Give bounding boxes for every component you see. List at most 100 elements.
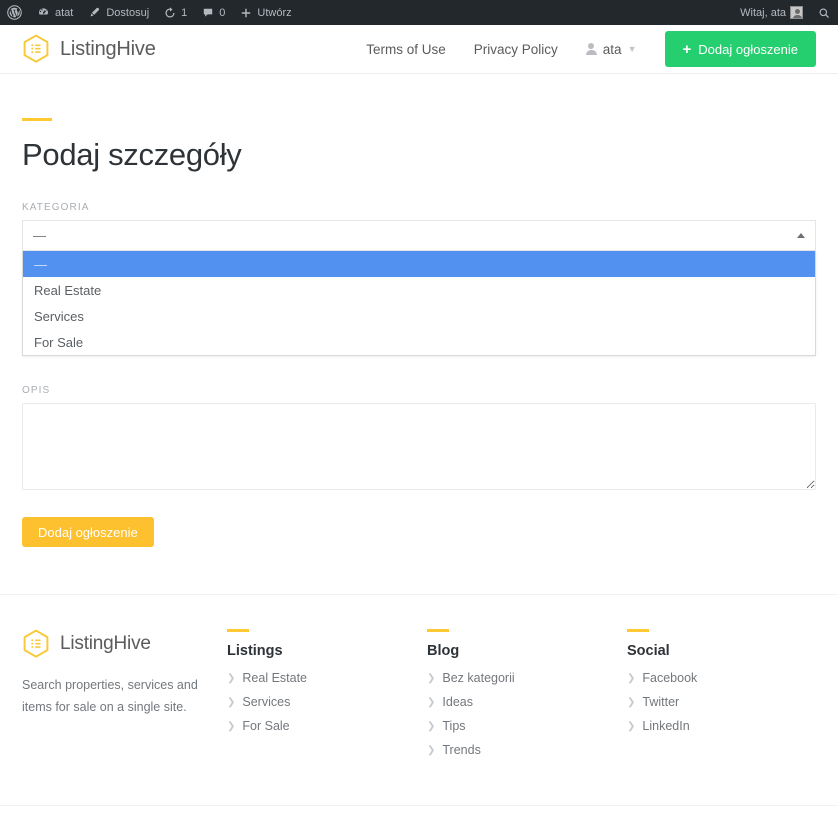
adminbar-item-updates-count: 1 bbox=[181, 6, 188, 19]
adminbar-item-site[interactable]: atat bbox=[29, 0, 80, 25]
adminbar-item-comments-count: 0 bbox=[219, 6, 226, 19]
adminbar-item-comments[interactable]: 0 bbox=[194, 0, 232, 25]
site-logo-link[interactable]: ListingHive bbox=[22, 34, 156, 64]
footer-link-label: Trends bbox=[442, 743, 481, 757]
footer-brand-column: ListingHive Search properties, services … bbox=[22, 629, 227, 767]
description-field-label: OPIS bbox=[22, 385, 51, 396]
person-icon bbox=[585, 43, 597, 55]
footer-bottom-nav: Blog Home Listings Przykładowa strona bbox=[0, 806, 838, 819]
footer-link-label: Bez kategorii bbox=[442, 671, 515, 685]
nav-terms-of-use[interactable]: Terms of Use bbox=[366, 42, 446, 57]
category-select-value: — bbox=[33, 228, 46, 243]
footer-link-bez-kategorii[interactable]: ❯ Bez kategorii bbox=[427, 671, 627, 685]
adminbar-search[interactable] bbox=[810, 0, 838, 25]
footer-heading-listings: Listings bbox=[227, 643, 283, 659]
footer-link-label: Ideas bbox=[442, 695, 473, 709]
page-title: Podaj szczegóły bbox=[22, 137, 242, 172]
footer-link-label: Facebook bbox=[642, 671, 698, 685]
footer-link-label: Tips bbox=[442, 719, 466, 733]
chevron-right-icon: ❯ bbox=[427, 672, 436, 684]
chevron-right-icon: ❯ bbox=[627, 720, 636, 732]
header-nav: Terms of Use Privacy Policy ata ▼ + Doda… bbox=[366, 31, 816, 67]
wordpress-icon bbox=[7, 5, 22, 20]
footer-column-listings: Listings ❯ Real Estate ❯ Services ❯ For … bbox=[227, 629, 427, 767]
chevron-right-icon: ❯ bbox=[427, 720, 436, 732]
footer-heading-social: Social bbox=[627, 643, 670, 659]
hexagon-list-logo-icon bbox=[22, 34, 50, 64]
user-account-label: ata bbox=[602, 41, 622, 57]
footer-link-linkedin[interactable]: ❯ LinkedIn bbox=[627, 719, 807, 733]
plus-icon: + bbox=[682, 40, 692, 58]
add-listing-button[interactable]: + Dodaj ogłoszenie bbox=[664, 31, 816, 67]
footer-logo-link[interactable]: ListingHive bbox=[22, 629, 227, 659]
footer-site-title: ListingHive bbox=[60, 633, 151, 654]
category-select-wrapper: — — Real Estate Services For Sale bbox=[22, 220, 816, 356]
category-option-services[interactable]: Services bbox=[23, 303, 815, 329]
footer-accent-bar bbox=[427, 629, 449, 632]
footer-link-services[interactable]: ❯ Services bbox=[227, 695, 427, 709]
wordpress-logo-menu[interactable] bbox=[0, 0, 29, 25]
dashboard-icon bbox=[36, 5, 51, 20]
category-select[interactable]: — bbox=[22, 220, 816, 251]
description-textarea[interactable] bbox=[22, 403, 816, 490]
site-header: ListingHive Terms of Use Privacy Policy … bbox=[0, 25, 838, 74]
chevron-down-icon: ▼ bbox=[627, 43, 637, 54]
footer-link-trends[interactable]: ❯ Trends bbox=[427, 743, 627, 757]
footer-column-social: Social ❯ Facebook ❯ Twitter ❯ LinkedIn bbox=[627, 629, 807, 767]
category-option-for-sale[interactable]: For Sale bbox=[23, 329, 815, 355]
chevron-right-icon: ❯ bbox=[227, 696, 236, 708]
footer-link-label: Real Estate bbox=[242, 671, 308, 685]
main-content: Podaj szczegóły KATEGORIA — — Real Estat… bbox=[0, 118, 838, 547]
chevron-right-icon: ❯ bbox=[227, 672, 236, 684]
adminbar-item-customize-label: Dostosuj bbox=[106, 6, 150, 19]
footer-link-tips[interactable]: ❯ Tips bbox=[427, 719, 627, 733]
chevron-right-icon: ❯ bbox=[627, 672, 636, 684]
footer-heading-blog: Blog bbox=[427, 643, 460, 659]
submit-listing-button[interactable]: Dodaj ogłoszenie bbox=[22, 517, 154, 547]
chevron-up-icon bbox=[797, 233, 805, 238]
updates-icon bbox=[163, 6, 177, 20]
footer-link-for-sale[interactable]: ❯ For Sale bbox=[227, 719, 427, 733]
adminbar-item-updates[interactable]: 1 bbox=[156, 0, 194, 25]
avatar bbox=[790, 6, 803, 19]
chevron-right-icon: ❯ bbox=[627, 696, 636, 708]
site-footer: ListingHive Search properties, services … bbox=[0, 595, 838, 767]
user-account-menu[interactable]: ata ▼ bbox=[585, 41, 637, 57]
site-title: ListingHive bbox=[60, 37, 156, 60]
footer-link-label: Services bbox=[242, 695, 291, 709]
footer-link-twitter[interactable]: ❯ Twitter bbox=[627, 695, 807, 709]
chevron-right-icon: ❯ bbox=[227, 720, 236, 732]
footer-description: Search properties, services and items fo… bbox=[22, 678, 198, 714]
wp-admin-bar: atat Dostosuj 1 0 Utwórz Witaj, ata bbox=[0, 0, 838, 25]
adminbar-item-new[interactable]: Utwórz bbox=[232, 0, 298, 25]
hexagon-list-logo-icon bbox=[22, 629, 50, 659]
nav-privacy-policy[interactable]: Privacy Policy bbox=[474, 42, 558, 57]
category-option-real-estate[interactable]: Real Estate bbox=[23, 277, 815, 303]
footer-link-ideas[interactable]: ❯ Ideas bbox=[427, 695, 627, 709]
search-icon bbox=[817, 6, 831, 20]
footer-link-facebook[interactable]: ❯ Facebook bbox=[627, 671, 807, 685]
adminbar-item-new-label: Utwórz bbox=[257, 6, 292, 19]
adminbar-greeting: Witaj, ata bbox=[740, 6, 786, 19]
footer-column-blog: Blog ❯ Bez kategorii ❯ Ideas ❯ Tips ❯ Tr… bbox=[427, 629, 627, 767]
footer-link-label: LinkedIn bbox=[642, 719, 690, 733]
add-listing-button-label: Dodaj ogłoszenie bbox=[698, 41, 798, 57]
category-field-label: KATEGORIA bbox=[22, 202, 90, 213]
adminbar-item-site-label: atat bbox=[55, 6, 74, 19]
footer-accent-bar bbox=[227, 629, 249, 632]
chevron-right-icon: ❯ bbox=[427, 696, 436, 708]
chevron-right-icon: ❯ bbox=[427, 744, 436, 756]
footer-link-label: Twitter bbox=[642, 695, 680, 709]
brush-icon bbox=[87, 5, 102, 20]
comment-icon bbox=[201, 6, 215, 20]
plus-icon bbox=[239, 6, 253, 20]
adminbar-my-account[interactable]: Witaj, ata bbox=[733, 0, 810, 25]
category-select-options: — Real Estate Services For Sale bbox=[22, 251, 816, 356]
adminbar-right-group: Witaj, ata bbox=[733, 0, 838, 25]
adminbar-item-customize[interactable]: Dostosuj bbox=[80, 0, 156, 25]
title-accent-bar bbox=[22, 118, 52, 121]
footer-link-label: For Sale bbox=[242, 719, 290, 733]
footer-accent-bar bbox=[627, 629, 649, 632]
footer-link-real-estate[interactable]: ❯ Real Estate bbox=[227, 671, 427, 685]
category-option-blank[interactable]: — bbox=[23, 251, 815, 277]
